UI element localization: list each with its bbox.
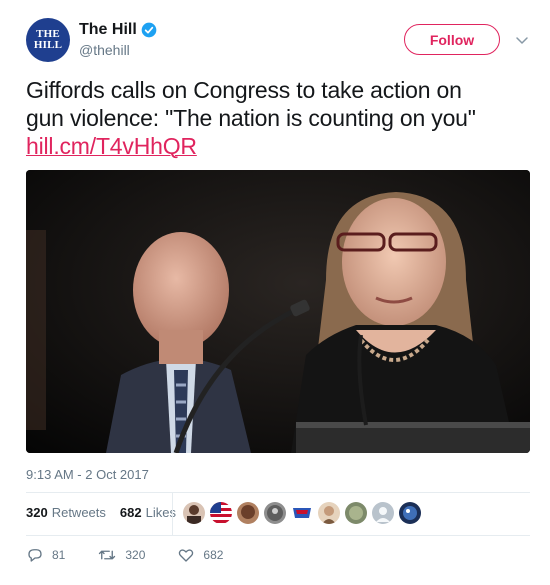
likes-stat[interactable]: 682 Likes	[120, 505, 176, 520]
tweet-actions: 81 320 682	[26, 546, 255, 564]
stats-separator	[172, 492, 173, 535]
tweet-photo[interactable]	[26, 170, 530, 453]
logo-text-line2: HILL	[33, 39, 63, 51]
liker-avatar[interactable]	[210, 502, 232, 524]
retweets-count: 320	[26, 505, 48, 520]
liker-avatar[interactable]	[183, 502, 205, 524]
tweet-text-line2: gun violence: "The nation is counting on…	[26, 105, 476, 131]
likers-avatars	[183, 502, 426, 524]
like-action[interactable]: 682	[177, 546, 223, 564]
liker-avatar[interactable]	[372, 502, 394, 524]
verified-badge-icon	[141, 22, 157, 38]
display-name[interactable]: The Hill	[79, 21, 137, 39]
liker-avatar[interactable]	[237, 502, 259, 524]
name-row: The Hill	[79, 21, 157, 39]
follow-button[interactable]: Follow	[404, 24, 500, 55]
reply-count: 81	[52, 548, 66, 562]
reply-icon	[28, 549, 42, 562]
tweet-timestamp[interactable]: 9:13 AM - 2 Oct 2017	[26, 467, 149, 482]
retweet-count: 320	[125, 548, 146, 562]
photo-illustration	[26, 170, 530, 453]
liker-avatar[interactable]	[345, 502, 367, 524]
tweet-stats: 320 Retweets 682 Likes	[26, 505, 190, 520]
liker-avatar[interactable]	[399, 502, 421, 524]
divider-bottom	[26, 535, 530, 536]
tweet-text: Giffords calls on Congress to take actio…	[26, 76, 536, 160]
tweet-header: THE HILL The Hill @thehill Follow	[26, 18, 536, 64]
chevron-down-icon[interactable]	[514, 32, 530, 48]
tweet-text-line1: Giffords calls on Congress to take actio…	[26, 77, 462, 103]
liker-avatar[interactable]	[318, 502, 340, 524]
retweet-action[interactable]: 320	[97, 546, 145, 564]
divider-top	[26, 492, 530, 493]
retweets-label: Retweets	[51, 505, 106, 520]
retweet-icon	[99, 550, 116, 560]
tweet-link[interactable]: hill.cm/T4vHhQR	[26, 133, 197, 159]
retweets-stat[interactable]: 320 Retweets	[26, 505, 106, 520]
like-count: 682	[203, 548, 224, 562]
account-handle[interactable]: @thehill	[79, 42, 130, 58]
heart-icon	[179, 549, 194, 562]
account-avatar[interactable]: THE HILL	[26, 18, 70, 62]
likes-count: 682	[119, 505, 142, 520]
liker-avatar[interactable]	[291, 502, 313, 524]
liker-avatar[interactable]	[264, 502, 286, 524]
reply-action[interactable]: 81	[26, 546, 65, 564]
